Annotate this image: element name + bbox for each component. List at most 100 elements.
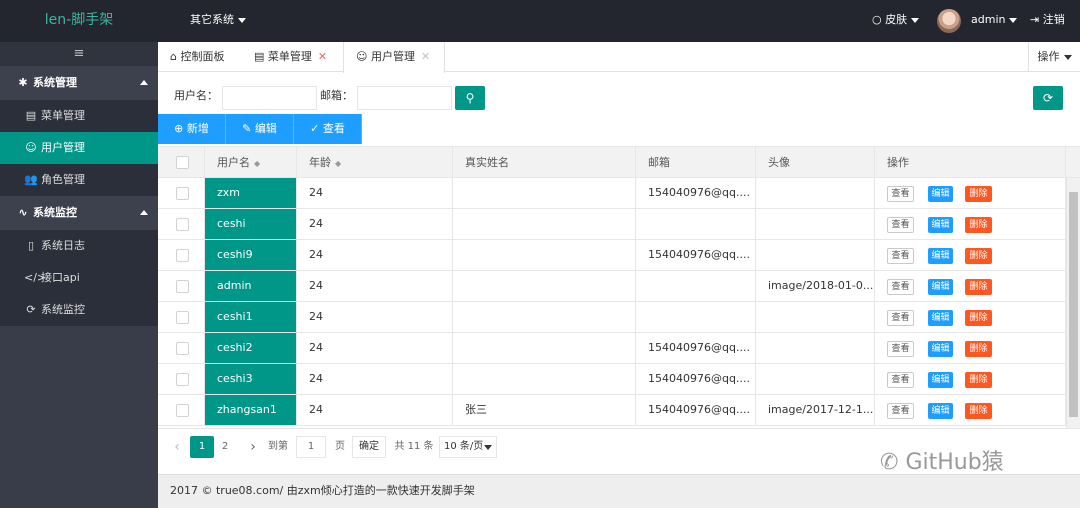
tab-users[interactable]: ☺ 用户管理 ✕ [343,42,445,73]
col-username[interactable]: 用户名 ◆ [205,147,297,178]
row-edit-button[interactable]: 编辑 [928,310,953,326]
top-header: len-脚手架 其它系统 ○ 皮肤 admin ⇥ 注销 [0,0,1080,42]
logout-button[interactable]: ⇥ 注销 [1030,0,1065,42]
table-row[interactable]: ceshi9 24 154040976@qq.... 查看 编辑 删除 [158,240,1066,271]
cell-username[interactable]: ceshi2 [205,333,297,363]
cell-checkbox [158,302,205,332]
row-checkbox[interactable] [176,218,189,231]
row-edit-button[interactable]: 编辑 [928,279,953,295]
table-row[interactable]: zhangsan1 24 张三 154040976@qq.... image/2017-… [158,395,1066,426]
row-checkbox[interactable] [176,373,189,386]
email-input[interactable] [357,86,452,110]
cell-username[interactable]: zxm [205,178,297,208]
sidebar-item-menu[interactable]: ▤ 菜单管理 [0,100,158,132]
goto-confirm-button[interactable]: 确定 [352,436,386,458]
table-row[interactable]: ceshi 24 查看 编辑 删除 [158,209,1066,240]
row-delete-button[interactable]: 删除 [965,279,992,295]
row-checkbox[interactable] [176,311,189,324]
row-checkbox[interactable] [176,249,189,262]
add-button[interactable]: ⊕ 新增 [158,114,226,144]
table-row[interactable]: ceshi3 24 154040976@qq.... 查看 编辑 删除 [158,364,1066,395]
tab-menu[interactable]: ▤ 菜单管理 ✕ [242,42,342,72]
row-edit-button[interactable]: 编辑 [928,372,953,388]
row-edit-button[interactable]: 编辑 [928,217,953,233]
next-page-icon[interactable]: › [246,436,260,458]
row-delete-button[interactable]: 删除 [965,341,992,357]
table-scrollbar[interactable] [1066,178,1080,428]
sidebar-item-roles[interactable]: 👥 角色管理 [0,164,158,196]
scrollbar-thumb[interactable] [1069,192,1078,417]
other-systems-menu[interactable]: 其它系统 [190,0,246,42]
row-view-button[interactable]: 查看 [887,372,914,388]
close-icon[interactable]: ✕ [421,50,430,63]
cell-avatar: image/2017-12-1... [756,395,875,425]
sidebar-item-monitor[interactable]: ⟳ 系统监控 [0,294,158,326]
row-delete-button[interactable]: 删除 [965,403,992,419]
row-view-button[interactable]: 查看 [887,310,914,326]
sort-icon[interactable]: ◆ [254,159,260,168]
row-delete-button[interactable]: 删除 [965,186,992,202]
skin-menu[interactable]: ○ 皮肤 [872,0,920,42]
table-row[interactable]: ceshi2 24 154040976@qq.... 查看 编辑 删除 [158,333,1066,364]
row-delete-button[interactable]: 删除 [965,248,992,264]
sidebar-item-api[interactable]: </>接口api [0,262,158,294]
close-icon[interactable]: ✕ [318,50,327,63]
row-view-button[interactable]: 查看 [887,217,914,233]
row-delete-button[interactable]: 删除 [965,310,992,326]
cell-username[interactable]: zhangsan1 [205,395,297,425]
skin-label: ○ 皮肤 [872,13,908,26]
user-menu[interactable]: admin [971,0,1018,42]
cell-username[interactable]: admin [205,271,297,301]
row-view-button[interactable]: 查看 [887,248,914,264]
row-edit-button[interactable]: 编辑 [928,186,953,202]
sort-icon[interactable]: ◆ [335,159,341,168]
chevron-up-icon [140,210,148,215]
tab-ops-button[interactable]: 操作 [1028,42,1080,72]
row-view-button[interactable]: 查看 [887,341,914,357]
page-2-button[interactable]: 2 [216,436,234,458]
col-age[interactable]: 年龄 ◆ [297,147,453,178]
cell-username[interactable]: ceshi9 [205,240,297,270]
calendar-icon: ▤ [25,109,37,122]
cell-avatar [756,364,875,394]
avatar[interactable] [937,9,961,33]
cell-username[interactable]: ceshi3 [205,364,297,394]
row-edit-button[interactable]: 编辑 [928,403,953,419]
row-edit-button[interactable]: 编辑 [928,341,953,357]
row-view-button[interactable]: 查看 [887,279,914,295]
edit-button[interactable]: ✎ 编辑 [226,114,294,144]
cell-username[interactable]: ceshi1 [205,302,297,332]
table-row[interactable]: zxm 24 154040976@qq.... 查看 编辑 删除 [158,178,1066,209]
sidebar-group-system[interactable]: ✱ 系统管理 [0,66,158,100]
select-all-checkbox[interactable] [176,156,189,169]
row-delete-button[interactable]: 删除 [965,372,992,388]
row-checkbox[interactable] [176,187,189,200]
tab-dashboard[interactable]: ⌂ 控制面板 [158,42,242,72]
refresh-button[interactable]: ⟳ [1033,86,1063,110]
row-edit-button[interactable]: 编辑 [928,248,953,264]
prev-page-icon[interactable]: ‹ [170,436,184,458]
row-checkbox[interactable] [176,342,189,355]
table-row[interactable]: admin 24 image/2018-01-0... 查看 编辑 删除 [158,271,1066,302]
view-button[interactable]: ✓ 查看 [294,114,362,144]
table-row[interactable]: ceshi1 24 查看 编辑 删除 [158,302,1066,333]
sidebar-item-logs[interactable]: ▯ 系统日志 [0,230,158,262]
cell-username[interactable]: ceshi [205,209,297,239]
row-checkbox[interactable] [176,404,189,417]
page-size-select[interactable]: 10 条/页 [439,436,497,458]
row-checkbox[interactable] [176,280,189,293]
sidebar-item-users[interactable]: ☺ 用户管理 [0,132,158,164]
app-logo[interactable]: len-脚手架 [0,0,158,42]
username-input[interactable] [222,86,317,110]
tab-label: 菜单管理 [267,50,312,63]
row-delete-button[interactable]: 删除 [965,217,992,233]
search-button[interactable]: ⚲ [455,86,485,110]
goto-page-input[interactable]: 1 [296,436,326,458]
sidebar-group-monitor[interactable]: ∿ 系统监控 [0,196,158,230]
row-view-button[interactable]: 查看 [887,403,914,419]
sidebar-item-label: 系统监控 [41,303,85,316]
sidebar-toggle-icon[interactable]: ≡ [0,42,158,66]
sidebar-item-label: 接口api [41,271,80,284]
page-1-button[interactable]: 1 [190,436,214,458]
row-view-button[interactable]: 查看 [887,186,914,202]
